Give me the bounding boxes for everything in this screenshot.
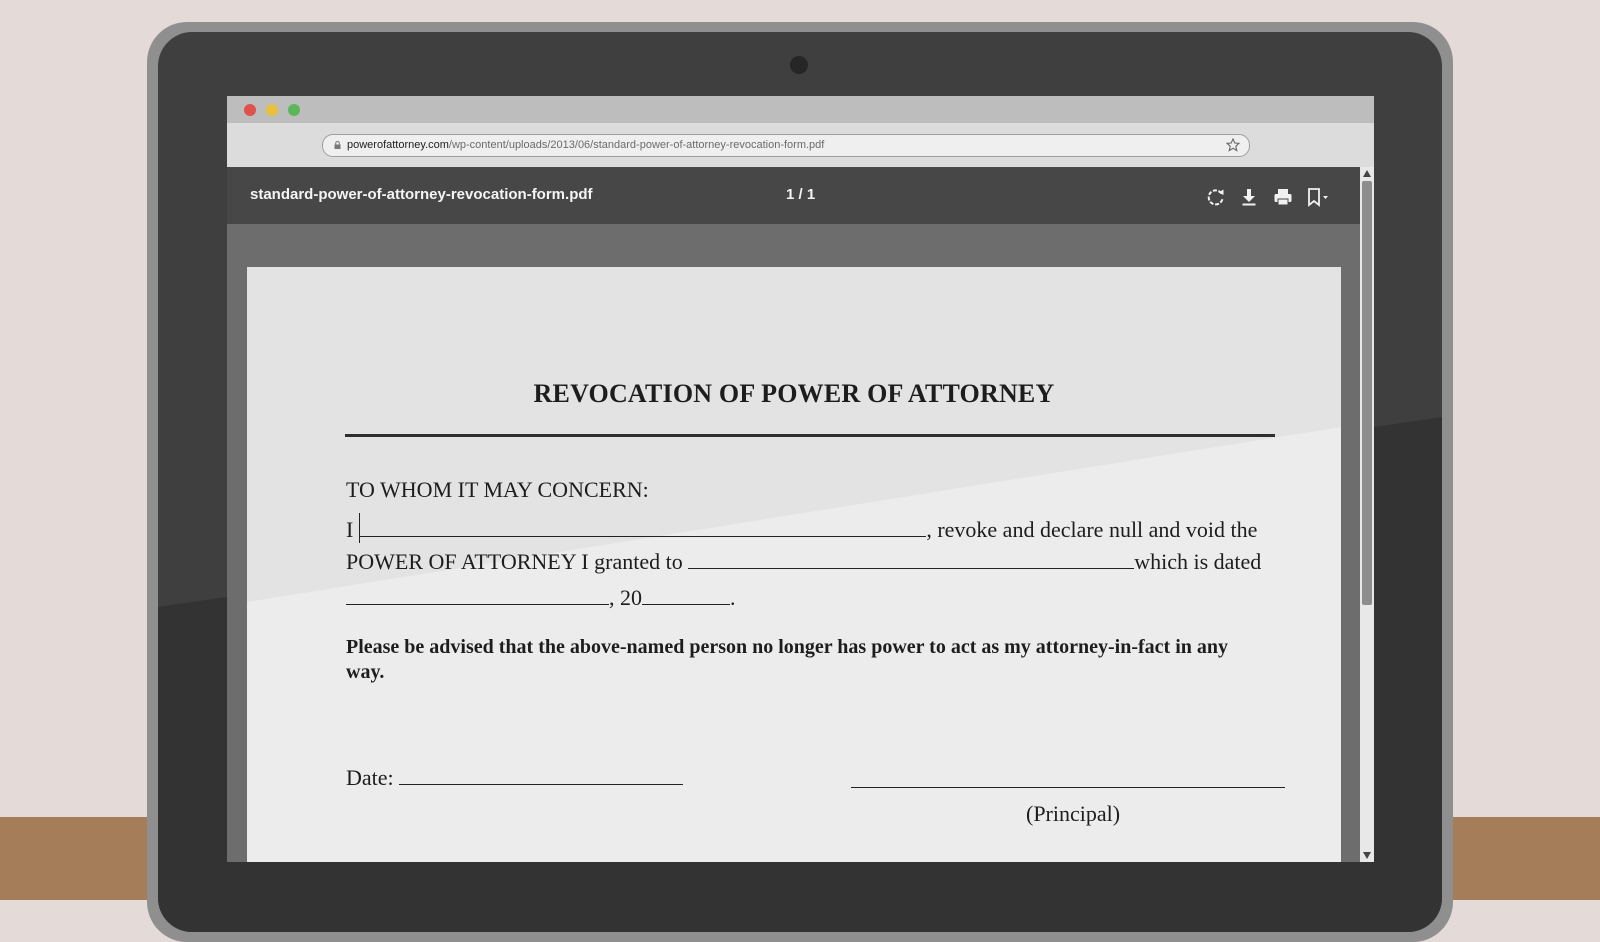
address-bar-area: powerofattorney.com/wp-content/uploads/2… (227, 123, 1374, 167)
maximize-window-button[interactable] (288, 104, 300, 116)
scroll-down-arrow-icon[interactable] (1363, 852, 1371, 859)
pdf-page: REVOCATION OF POWER OF ATTORNEY TO WHOM … (247, 267, 1341, 862)
lock-icon (334, 141, 341, 149)
download-icon[interactable] (1238, 186, 1260, 208)
attorney-name-field[interactable] (688, 550, 1135, 569)
pdf-viewer: standard-power-of-attorney-revocation-fo… (227, 167, 1360, 862)
pdf-file-name: standard-power-of-attorney-revocation-fo… (250, 186, 593, 203)
scroll-up-arrow-icon[interactable] (1363, 170, 1371, 177)
date-month-day-field[interactable] (346, 586, 609, 605)
revocation-line-3: , 20. (346, 585, 736, 611)
url-domain: powerofattorney.com (347, 139, 449, 151)
address-bar[interactable]: powerofattorney.com/wp-content/uploads/2… (322, 134, 1250, 157)
period-text: . (730, 585, 736, 610)
close-window-button[interactable] (244, 104, 256, 116)
document-title: REVOCATION OF POWER OF ATTORNEY (533, 379, 1055, 408)
title-divider (345, 434, 1275, 437)
principal-signature-field[interactable] (851, 787, 1285, 788)
window-titlebar (227, 96, 1374, 123)
url-text: powerofattorney.com/wp-content/uploads/2… (347, 138, 824, 152)
salutation: TO WHOM IT MAY CONCERN: (346, 477, 649, 502)
scrollbar-thumb[interactable] (1362, 181, 1372, 605)
url-path: /wp-content/uploads/2013/06/standard-pow… (448, 139, 825, 151)
advisory-notice: Please be advised that the above-named p… (346, 636, 1229, 683)
granted-to-text: POWER OF ATTORNEY I granted to (346, 549, 683, 574)
date-year-field[interactable] (642, 586, 730, 605)
print-icon[interactable] (1272, 186, 1294, 208)
dated-text: which is dated (1134, 549, 1262, 574)
page-counter: 1 / 1 (786, 186, 816, 203)
date-line: Date: (346, 765, 684, 791)
webcam-icon (790, 56, 808, 74)
revocation-line-2: POWER OF ATTORNEY I granted to which is … (346, 549, 1261, 575)
year-prefix-text: , 20 (609, 585, 642, 610)
revocation-line-1: I , revoke and declare null and void the (346, 513, 1257, 543)
vertical-scrollbar[interactable] (1360, 167, 1374, 862)
rotate-icon[interactable] (1205, 186, 1227, 208)
principal-label: (Principal) (1026, 801, 1121, 826)
star-bookmark-icon[interactable] (1226, 138, 1240, 152)
bookmark-icon[interactable] (1305, 186, 1333, 208)
date-label: Date: (346, 765, 394, 790)
signature-date-field[interactable] (399, 766, 684, 785)
pdf-toolbar: standard-power-of-attorney-revocation-fo… (227, 167, 1360, 224)
browser-window: powerofattorney.com/wp-content/uploads/2… (227, 96, 1374, 862)
minimize-window-button[interactable] (266, 104, 278, 116)
pronoun-text: I (346, 517, 354, 542)
principal-name-field[interactable] (360, 518, 927, 537)
revoke-text: , revoke and declare null and void the (926, 517, 1258, 542)
